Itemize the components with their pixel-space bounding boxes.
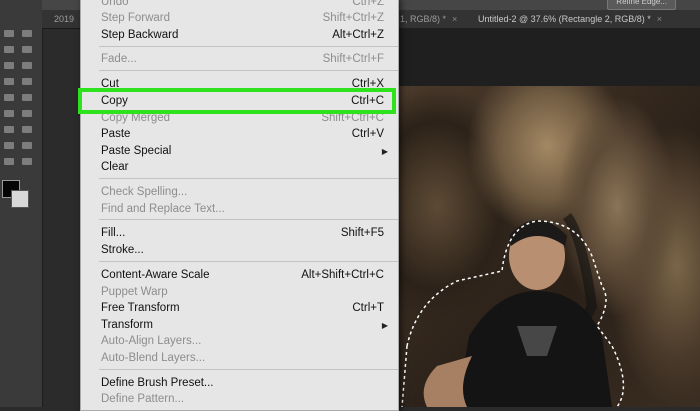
photo-image — [401, 213, 625, 407]
hand-tool-icon[interactable] — [22, 158, 32, 165]
refine-edge-button[interactable]: Refine Edge... — [607, 0, 676, 10]
menu-item-transform[interactable]: Transform ▶ — [101, 317, 388, 334]
copy-highlight-box — [78, 88, 396, 114]
menu-item-label: Clear — [101, 161, 129, 173]
shortcut: Ctrl+V — [351, 128, 384, 140]
healing-brush-tool-icon[interactable] — [4, 78, 14, 85]
menu-item-label: Transform — [101, 319, 153, 331]
shortcut: Alt+Ctrl+Z — [332, 29, 384, 41]
tools-panel — [0, 0, 43, 407]
menu-item-paste[interactable]: Paste Ctrl+V — [101, 126, 384, 143]
shortcut: Ctrl+T — [352, 302, 384, 314]
menu-item-label: Stroke... — [101, 244, 144, 256]
tab-document-3[interactable]: Untitled-2 @ 37.6% (Rectangle 2, RGB/8) … — [478, 12, 662, 26]
menu-item-stroke[interactable]: Stroke... — [101, 242, 384, 259]
canvas-area — [397, 28, 700, 86]
menu-separator — [99, 261, 398, 262]
menu-separator — [99, 70, 398, 71]
menu-item-label: Check Spelling... — [101, 186, 188, 198]
menu-item-label: Define Pattern... — [101, 393, 185, 405]
menu-separator — [99, 369, 398, 370]
submenu-arrow-icon: ▶ — [381, 147, 388, 156]
menu-item-fade[interactable]: Fade... Shift+Ctrl+F — [101, 51, 384, 68]
menu-item-label: Step Forward — [101, 12, 171, 24]
submenu-arrow-icon: ▶ — [381, 321, 388, 330]
tab-label: Untitled-2 @ 37.6% (Rectangle 2, RGB/8) … — [478, 14, 651, 24]
background-color-swatch[interactable] — [11, 190, 29, 208]
shortcut: Shift+Ctrl+F — [322, 53, 384, 65]
menu-item-check-spelling[interactable]: Check Spelling... — [101, 184, 384, 201]
document-canvas[interactable] — [397, 86, 700, 407]
brush-tool-icon[interactable] — [22, 78, 32, 85]
move-tool-icon[interactable] — [22, 30, 32, 37]
menu-item-content-aware-scale[interactable]: Content-Aware Scale Alt+Shift+Ctrl+C — [101, 267, 384, 284]
menu-item-label: Content-Aware Scale — [101, 269, 210, 281]
menu-item-label: Fade... — [101, 53, 137, 65]
menu-item-label: Find and Replace Text... — [101, 203, 225, 215]
menu-item-define-pattern[interactable]: Define Pattern... — [101, 391, 384, 408]
history-brush-tool-icon[interactable] — [22, 94, 32, 101]
edit-menu: Undo Ctrl+Z Step Forward Shift+Ctrl+Z Step… — [80, 0, 399, 411]
clone-stamp-tool-icon[interactable] — [4, 94, 14, 101]
menu-item-label: Free Transform — [101, 302, 180, 314]
lasso-tool-icon[interactable] — [4, 46, 14, 53]
menu-item-label: Puppet Warp — [101, 286, 168, 298]
menu-separator — [99, 46, 398, 47]
tab-document-1[interactable]: 2019 — [54, 12, 74, 26]
path-select-tool-icon[interactable] — [22, 142, 32, 149]
shortcut: Alt+Shift+Ctrl+C — [301, 269, 384, 281]
menu-item-puppet-warp[interactable]: Puppet Warp — [101, 284, 384, 301]
tab-label: 2019 — [54, 14, 75, 24]
menu-item-label: Step Backward — [101, 29, 179, 41]
menu-item-label: Define Brush Preset... — [101, 377, 214, 389]
dodge-tool-icon[interactable] — [4, 126, 14, 133]
close-icon[interactable]: × — [452, 14, 457, 24]
menu-item-step-backward[interactable]: Step Backward Alt+Ctrl+Z — [101, 27, 384, 44]
menu-separator — [99, 178, 398, 179]
quick-select-tool-icon[interactable] — [22, 46, 32, 53]
shape-tool-icon[interactable] — [4, 158, 14, 165]
menu-item-find-and-replace[interactable]: Find and Replace Text... — [101, 201, 384, 218]
eyedropper-tool-icon[interactable] — [22, 62, 32, 69]
menu-item-auto-align-layers[interactable]: Auto-Align Layers... — [101, 333, 384, 350]
gradient-tool-icon[interactable] — [22, 110, 32, 117]
menu-item-step-forward[interactable]: Step Forward Shift+Ctrl+Z — [101, 10, 384, 27]
eraser-tool-icon[interactable] — [4, 110, 14, 117]
type-tool-icon[interactable] — [4, 142, 14, 149]
menu-item-fill[interactable]: Fill... Shift+F5 — [101, 225, 384, 242]
crop-tool-icon[interactable] — [4, 62, 14, 69]
tab-label: 1, RGB/8) * — [400, 14, 447, 24]
menu-item-label: Fill... — [101, 227, 126, 239]
close-icon[interactable]: × — [657, 14, 662, 24]
shortcut: Shift+Ctrl+Z — [322, 12, 384, 24]
menu-item-label: Auto-Blend Layers... — [101, 352, 206, 364]
pen-tool-icon[interactable] — [22, 126, 32, 133]
menu-item-label: Auto-Align Layers... — [101, 335, 202, 347]
tab-document-2[interactable]: 1, RGB/8) * × — [400, 12, 457, 26]
menu-item-paste-special[interactable]: Paste Special ▶ — [101, 143, 388, 160]
menu-item-auto-blend-layers[interactable]: Auto-Blend Layers... — [101, 350, 384, 367]
shortcut: Shift+F5 — [340, 227, 384, 239]
menu-separator — [99, 219, 398, 220]
menu-item-free-transform[interactable]: Free Transform Ctrl+T — [101, 300, 384, 317]
menu-item-label: Paste Special — [101, 145, 172, 157]
menu-item-define-brush-preset[interactable]: Define Brush Preset... — [101, 375, 384, 392]
menu-item-clear[interactable]: Clear — [101, 159, 384, 176]
menu-item-label: Paste — [101, 128, 131, 140]
marquee-tool-icon[interactable] — [4, 30, 14, 37]
